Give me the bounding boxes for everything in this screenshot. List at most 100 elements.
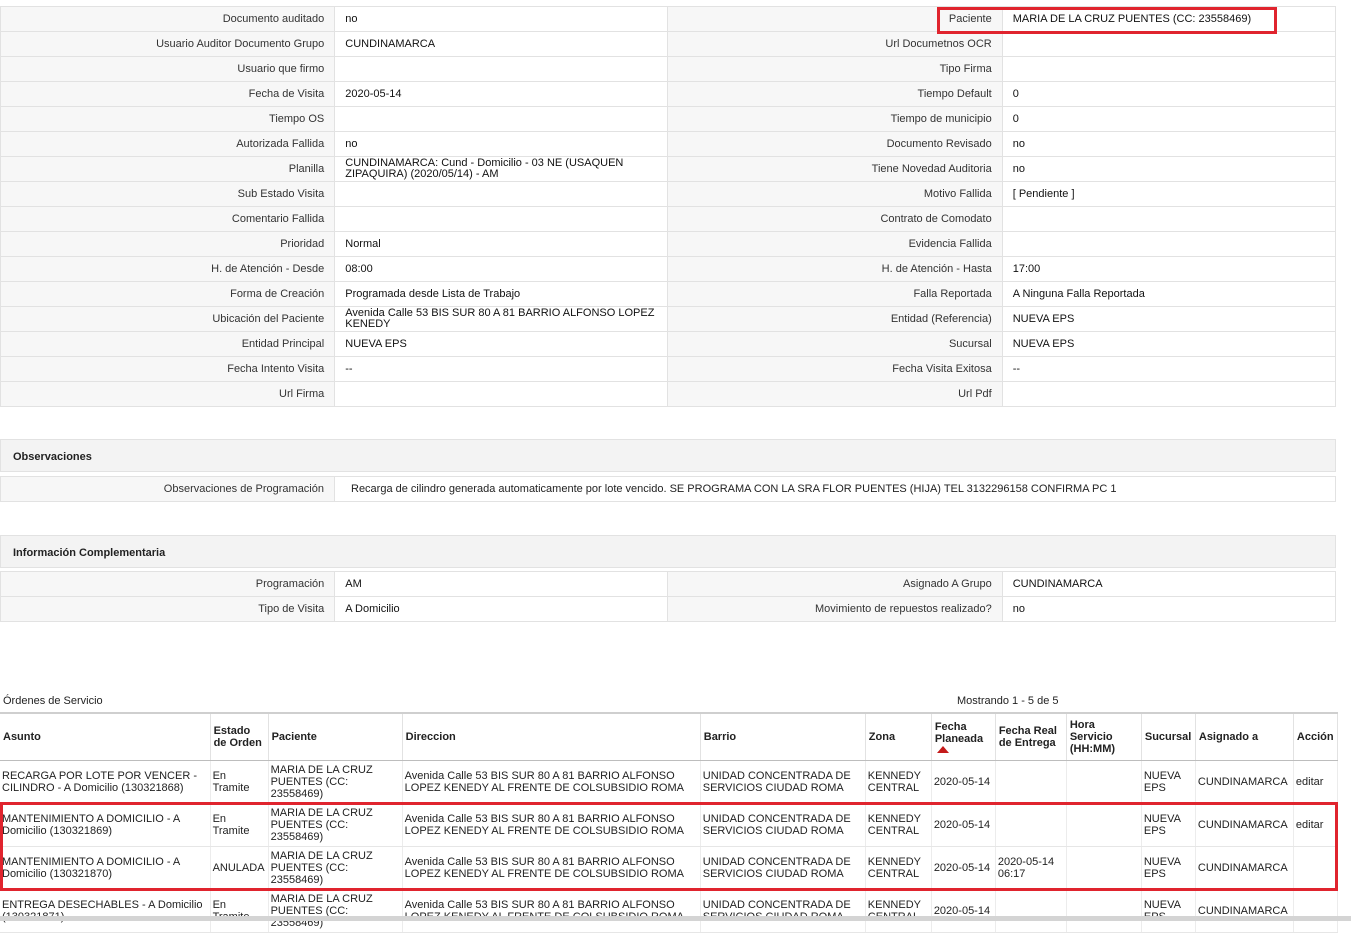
col-zona-cell: KENNEDY CENTRAL [865, 760, 932, 804]
field-label: Motivo Fallida [667, 181, 1003, 207]
col-estado-header[interactable]: Estado de Orden [210, 713, 269, 761]
detail-row: Tipo de Visita A Domicilio Movimiento de r… [0, 596, 1337, 622]
field-value: NUEVA EPS [1001, 306, 1337, 332]
col-paciente-cell: MARIA DE LA CRUZ PUENTES (CC: 23558469) [268, 889, 403, 933]
col-asunto-header[interactable]: Asunto [0, 713, 211, 761]
detail-row: Fecha de Visita 2020-05-14 Tiempo Default 0 [0, 81, 1337, 107]
col-asignado-cell: CUNDINAMARCA [1195, 803, 1294, 847]
col-barrio-cell: UNIDAD CONCENTRADA DE SERVICIOS CIUDAD R… [700, 760, 866, 804]
field-value [334, 206, 669, 232]
visit-detail-table: Documento auditado no Paciente MARIA DE LA … [0, 6, 1337, 407]
col-sucursal-cell: NUEVA EPS [1141, 803, 1196, 847]
order-row[interactable]: MANTENIMIENTO A DOMICILIO - A Domicilio … [0, 846, 1339, 890]
field-label: Tipo Firma [667, 56, 1003, 82]
col-hora-servicio-cell [1066, 760, 1142, 804]
field-label: Ubicación del Paciente [0, 306, 336, 332]
orders-count: Mostrando 1 - 5 de 5 [957, 695, 1059, 707]
info-complementaria-header: Información Complementaria [0, 535, 1336, 568]
col-fecha-planeada-cell: 2020-05-14 [931, 803, 996, 847]
col-accion-header[interactable]: Acción [1293, 713, 1339, 761]
field-value [1001, 206, 1337, 232]
edit-link[interactable]: editar [1296, 819, 1324, 831]
field-label: Tiempo de municipio [667, 106, 1003, 132]
horizontal-scrollbar[interactable] [0, 916, 1351, 921]
col-fecha-planeada-cell: 2020-05-14 [931, 889, 996, 933]
col-fecha-real-cell [995, 803, 1067, 847]
field-label: Autorizada Fallida [0, 131, 336, 157]
column-header-label: Direccion [405, 731, 456, 743]
field-value [334, 56, 669, 82]
col-sucursal-header[interactable]: Sucursal [1141, 713, 1196, 761]
field-label: Contrato de Comodato [667, 206, 1003, 232]
field-label: Fecha Intento Visita [0, 356, 336, 382]
observaciones-header: Observaciones [0, 439, 1336, 472]
col-asunto-cell: MANTENIMIENTO A DOMICILIO - A Domicilio … [0, 846, 211, 890]
col-fecha-planeada-cell: 2020-05-14 [931, 846, 996, 890]
field-value: no [334, 131, 669, 157]
field-value: no [1001, 596, 1337, 622]
order-row[interactable]: MANTENIMIENTO A DOMICILIO - A Domicilio … [0, 803, 1339, 847]
col-zona-header[interactable]: Zona [865, 713, 932, 761]
column-header-label: Acción [1296, 731, 1334, 743]
col-direccion-cell: Avenida Calle 53 BIS SUR 80 A 81 BARRIO … [402, 889, 701, 933]
field-label: Asignado A Grupo [667, 571, 1003, 597]
field-label: Usuario Auditor Documento Grupo [0, 31, 336, 57]
col-hora-servicio-cell [1066, 889, 1142, 933]
order-row[interactable]: RECARGA POR LOTE POR VENCER - CILINDRO -… [0, 760, 1339, 804]
col-fecha-real-cell: 2020-05-14 06:17 [995, 846, 1067, 890]
col-estado-cell: En Tramite [210, 760, 269, 804]
col-fecha-real-header[interactable]: Fecha Real de Entrega [995, 713, 1067, 761]
col-paciente-header[interactable]: Paciente [268, 713, 403, 761]
field-label: Evidencia Fallida [667, 231, 1003, 257]
col-barrio-header[interactable]: Barrio [700, 713, 866, 761]
order-row[interactable]: ENTREGA DESECHABLES - A Domicilio (13032… [0, 889, 1339, 933]
orders-table: Asunto Estado de Orden Paciente Direccion Ba… [0, 712, 1339, 933]
field-value: -- [334, 356, 669, 382]
col-hora-servicio-cell [1066, 803, 1142, 847]
detail-row: Documento auditado no Paciente MARIA DE LA … [0, 6, 1337, 32]
col-fecha-planeada-header[interactable]: Fecha Planeada [931, 713, 996, 761]
field-value: [ Pendiente ] [1001, 181, 1337, 207]
sort-ascending-icon[interactable] [936, 746, 949, 753]
detail-row: Fecha Intento Visita -- Fecha Visita Exito… [0, 356, 1337, 382]
col-zona-cell: KENNEDY CENTRAL [865, 889, 932, 933]
field-label: Tiempo OS [0, 106, 336, 132]
col-asignado-header[interactable]: Asignado a [1195, 713, 1294, 761]
col-direccion-cell: Avenida Calle 53 BIS SUR 80 A 81 BARRIO … [402, 846, 701, 890]
field-label: Documento auditado [0, 6, 336, 32]
field-value [1001, 231, 1337, 257]
field-label: Movimiento de repuestos realizado? [667, 596, 1003, 622]
col-direccion-cell: Avenida Calle 53 BIS SUR 80 A 81 BARRIO … [402, 760, 701, 804]
field-label: Entidad Principal [0, 331, 336, 357]
detail-row: Ubicación del Paciente Avenida Calle 53 B… [0, 306, 1337, 332]
col-barrio-cell: UNIDAD CONCENTRADA DE SERVICIOS CIUDAD R… [700, 846, 866, 890]
field-label: Url Firma [0, 381, 336, 407]
col-sucursal-cell: NUEVA EPS [1141, 846, 1196, 890]
field-value: 17:00 [1001, 256, 1337, 282]
edit-link[interactable]: editar [1296, 776, 1324, 788]
field-value: AM [334, 571, 669, 597]
col-hora-servicio-header[interactable]: Hora Servicio (HH:MM) [1066, 713, 1142, 761]
field-label: Programación [0, 571, 336, 597]
col-direccion-header[interactable]: Direccion [402, 713, 701, 761]
col-fecha-real-cell [995, 760, 1067, 804]
field-label: Usuario que firmo [0, 56, 336, 82]
col-zona-cell: KENNEDY CENTRAL [865, 846, 932, 890]
field-value: no [334, 6, 669, 32]
col-accion-cell: editar [1293, 760, 1339, 804]
col-asunto-cell: ENTREGA DESECHABLES - A Domicilio (13032… [0, 889, 211, 933]
field-value [334, 381, 669, 407]
field-label: Planilla [0, 156, 336, 182]
column-header-label: Fecha Planeada [934, 721, 984, 745]
col-asunto-cell: RECARGA POR LOTE POR VENCER - CILINDRO -… [0, 760, 211, 804]
field-value: A Ninguna Falla Reportada [1001, 281, 1337, 307]
col-asignado-cell: CUNDINAMARCA [1195, 846, 1294, 890]
field-label: Paciente [667, 6, 1003, 32]
detail-row: Programación AM Asignado A Grupo CUNDINAMAR… [0, 571, 1337, 597]
column-header-label: Estado de Orden [213, 725, 262, 749]
field-label: Fecha de Visita [0, 81, 336, 107]
col-barrio-cell: UNIDAD CONCENTRADA DE SERVICIOS CIUDAD R… [700, 803, 866, 847]
field-label: Fecha Visita Exitosa [667, 356, 1003, 382]
field-value: CUNDINAMARCA [334, 31, 669, 57]
column-header-label: Fecha Real de Entrega [998, 725, 1057, 749]
